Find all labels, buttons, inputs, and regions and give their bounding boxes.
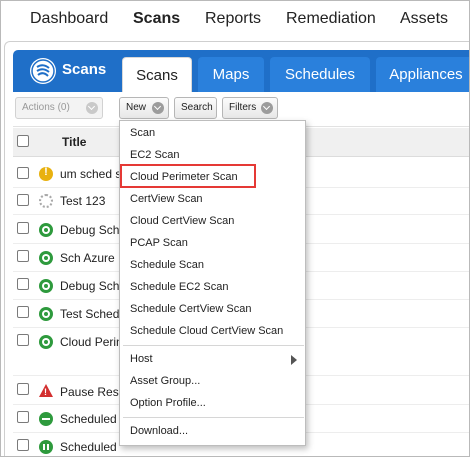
running-status-icon: [39, 335, 53, 349]
chevron-down-icon: [152, 102, 164, 114]
row-checkbox[interactable]: [17, 167, 29, 179]
running-status-icon: [39, 307, 53, 321]
row-title[interactable]: Pause Res: [60, 385, 119, 399]
nav-dashboard[interactable]: Dashboard: [30, 10, 108, 28]
highlight-box: [120, 164, 256, 188]
menu-item-pcap-scan[interactable]: PCAP Scan: [130, 237, 188, 249]
row-title[interactable]: Scheduled: [60, 440, 117, 454]
row-checkbox[interactable]: [17, 334, 29, 346]
new-label: New: [126, 102, 147, 113]
chevron-down-icon: [86, 102, 98, 114]
search-button[interactable]: Search: [174, 97, 217, 119]
chevron-down-icon: [261, 102, 273, 114]
row-title[interactable]: Debug Sch: [60, 223, 119, 237]
tab-appliances[interactable]: Appliances: [376, 57, 469, 92]
menu-item-download[interactable]: Download...: [130, 425, 188, 437]
running-status-icon: [39, 279, 53, 293]
row-checkbox[interactable]: [17, 306, 29, 318]
row-checkbox[interactable]: [17, 439, 29, 451]
menu-item-schedule-scan[interactable]: Schedule Scan: [130, 259, 204, 271]
menu-item-schedule-cloud-certview-scan[interactable]: Schedule Cloud CertView Scan: [130, 325, 283, 337]
nav-assets[interactable]: Assets: [400, 10, 448, 28]
menu-item-schedule-certview-scan[interactable]: Schedule CertView Scan: [130, 303, 251, 315]
warning-status-icon: [39, 166, 53, 181]
qualys-scans-logo-icon: [30, 58, 56, 84]
row-checkbox[interactable]: [17, 250, 29, 262]
submenu-arrow-icon: [291, 355, 297, 365]
select-all-checkbox[interactable]: [17, 135, 29, 147]
menu-item-schedule-ec2-scan[interactable]: Schedule EC2 Scan: [130, 281, 228, 293]
row-checkbox[interactable]: [17, 194, 29, 206]
row-title[interactable]: Test 123: [60, 194, 105, 208]
row-title[interactable]: Scheduled: [60, 412, 117, 426]
search-label: Search: [181, 102, 213, 113]
menu-item-scan[interactable]: Scan: [130, 127, 155, 139]
menu-separator: [123, 417, 304, 418]
row-checkbox[interactable]: [17, 222, 29, 234]
menu-item-option-profile[interactable]: Option Profile...: [130, 397, 206, 409]
row-title[interactable]: um sched s: [60, 167, 121, 181]
tab-scans[interactable]: Scans: [122, 57, 192, 92]
blocked-status-icon: [39, 412, 53, 426]
row-checkbox[interactable]: [17, 383, 29, 395]
menu-separator: [123, 345, 304, 346]
nav-remediation[interactable]: Remediation: [286, 10, 376, 28]
row-title[interactable]: Test Sched: [60, 307, 119, 321]
filters-label: Filters: [229, 102, 257, 113]
new-button[interactable]: New: [119, 97, 169, 119]
actions-label: Actions (0): [22, 102, 70, 113]
tab-maps[interactable]: Maps: [198, 57, 264, 92]
actions-button[interactable]: Actions (0): [15, 97, 103, 119]
row-checkbox[interactable]: [17, 411, 29, 423]
menu-item-cloud-certview-scan[interactable]: Cloud CertView Scan: [130, 215, 234, 227]
filters-button[interactable]: Filters: [222, 97, 278, 119]
running-status-icon: [39, 223, 53, 237]
menu-item-host[interactable]: Host: [130, 353, 153, 365]
menu-item-certview-scan[interactable]: CertView Scan: [130, 193, 203, 205]
module-title: Scans: [62, 61, 107, 78]
running-status-icon: [39, 251, 53, 265]
nav-scans[interactable]: Scans: [133, 10, 180, 28]
loading-status-icon: [39, 194, 53, 208]
column-header-title[interactable]: Title: [62, 135, 86, 149]
row-title[interactable]: Debug Sch: [60, 279, 119, 293]
nav-reports[interactable]: Reports: [205, 10, 261, 28]
row-title[interactable]: Sch Azure: [60, 251, 115, 265]
row-checkbox[interactable]: [17, 278, 29, 290]
paused-status-icon: [39, 440, 53, 454]
menu-item-ec2-scan[interactable]: EC2 Scan: [130, 149, 180, 161]
menu-item-asset-group[interactable]: Asset Group...: [130, 375, 200, 387]
top-navigation: Dashboard Scans Reports Remediation Asse…: [1, 1, 469, 39]
app-window: Dashboard Scans Reports Remediation Asse…: [0, 0, 470, 457]
tab-schedules[interactable]: Schedules: [270, 57, 370, 92]
row-title[interactable]: Cloud Perin: [60, 335, 123, 349]
